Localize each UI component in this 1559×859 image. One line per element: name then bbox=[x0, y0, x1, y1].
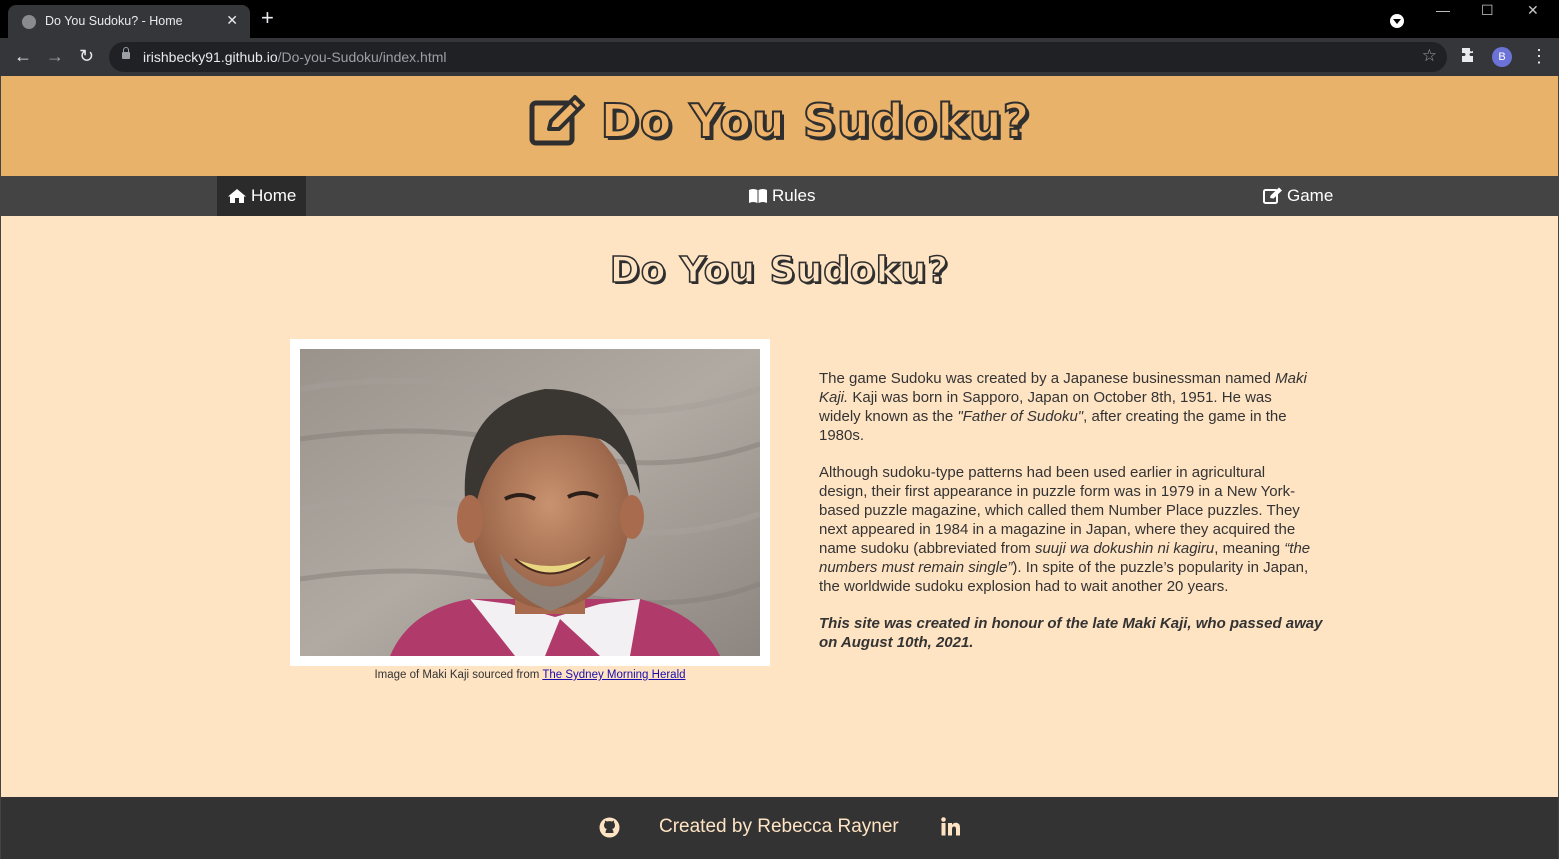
back-icon[interactable]: ← bbox=[14, 46, 32, 66]
sydney-morning-herald-link[interactable]: The Sydney Morning Herald bbox=[542, 669, 685, 681]
globe-icon bbox=[22, 15, 36, 29]
close-window-icon[interactable]: ✕ bbox=[1527, 2, 1539, 19]
edit-icon bbox=[1263, 187, 1282, 204]
address-bar[interactable]: irishbecky91.github.io/Do-you-Sudoku/ind… bbox=[109, 42, 1447, 72]
intro-text: The game Sudoku was created by a Japanes… bbox=[819, 369, 1322, 670]
edit-icon bbox=[529, 94, 585, 145]
nav-home[interactable]: Home bbox=[217, 176, 307, 216]
bookmark-star-icon[interactable]: ☆ bbox=[1422, 46, 1437, 66]
banner-title[interactable]: Do You Sudoku? bbox=[1, 93, 1558, 149]
page: Do You Sudoku? Home Rules Game Do You Su… bbox=[0, 76, 1559, 859]
minimize-icon[interactable]: — bbox=[1436, 2, 1450, 18]
nav-rules[interactable]: Rules bbox=[738, 176, 825, 216]
menu-kebab-icon[interactable]: ⋮ bbox=[1530, 46, 1548, 67]
linkedin-icon[interactable] bbox=[941, 817, 960, 841]
footer-credit: Created by Rebecca Rayner bbox=[659, 816, 899, 837]
browser-tabbar: Do You Sudoku? - Home ✕ + — ☐ ✕ bbox=[0, 0, 1559, 38]
reload-icon[interactable]: ↻ bbox=[79, 46, 94, 66]
paragraph-tribute: This site was created in honour of the l… bbox=[819, 615, 1323, 651]
lock-icon[interactable] bbox=[122, 47, 130, 59]
browser-tab[interactable]: Do You Sudoku? - Home ✕ bbox=[8, 5, 250, 38]
github-icon[interactable] bbox=[599, 817, 620, 843]
nav-game[interactable]: Game bbox=[1253, 176, 1343, 216]
browser-toolbar: ← → ↻ irishbecky91.github.io/Do-you-Sudo… bbox=[0, 38, 1559, 76]
paragraph-history: Although sudoku-type patterns had been u… bbox=[819, 464, 1311, 595]
new-tab-icon[interactable]: + bbox=[261, 7, 274, 29]
main-nav: Home Rules Game bbox=[1, 176, 1558, 216]
photo-frame bbox=[290, 339, 770, 666]
paragraph-intro: The game Sudoku was created by a Japanes… bbox=[819, 370, 1307, 444]
url-text[interactable]: irishbecky91.github.io/Do-you-Sudoku/ind… bbox=[143, 49, 447, 65]
close-tab-icon[interactable]: ✕ bbox=[226, 12, 238, 29]
tab-title: Do You Sudoku? - Home bbox=[45, 14, 183, 28]
maki-kaji-photo bbox=[300, 349, 760, 656]
book-icon bbox=[749, 189, 767, 203]
profile-avatar[interactable]: B bbox=[1492, 47, 1512, 67]
photo-caption: Image of Maki Kaji sourced from The Sydn… bbox=[374, 669, 686, 681]
site-banner: Do You Sudoku? bbox=[1, 76, 1558, 176]
forward-icon[interactable]: → bbox=[46, 46, 64, 66]
home-icon bbox=[228, 189, 246, 203]
site-footer: Created by Rebecca Rayner bbox=[1, 797, 1558, 859]
maximize-icon[interactable]: ☐ bbox=[1481, 2, 1494, 19]
extensions-icon[interactable] bbox=[1461, 47, 1477, 68]
page-heading: Do You Sudoku? bbox=[609, 249, 950, 292]
tab-search-icon[interactable] bbox=[1390, 14, 1404, 28]
